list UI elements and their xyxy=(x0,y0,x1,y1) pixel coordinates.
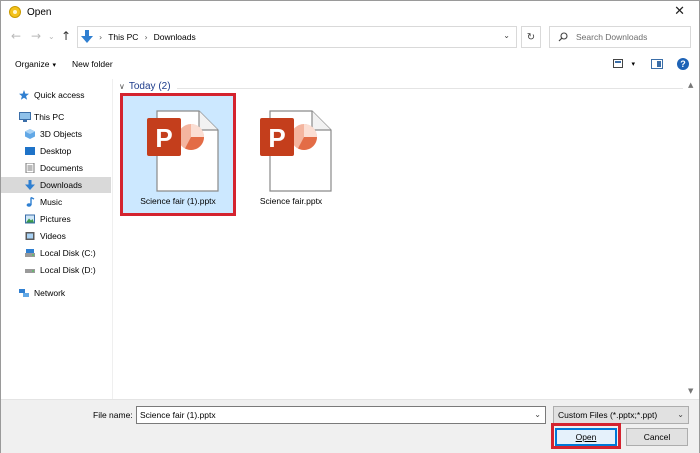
sidebar-item-local-disk-c[interactable]: Local Disk (C:) xyxy=(1,245,111,261)
file-name-field-label: File name: xyxy=(93,410,133,420)
view-options-caret-icon[interactable]: ▾ xyxy=(631,60,635,68)
file-name-combobox[interactable]: ⌄ xyxy=(136,406,546,424)
toolbar-right-group: ▾ ? xyxy=(613,56,699,72)
sidebar-item-label: Quick access xyxy=(34,90,85,100)
star-icon xyxy=(19,90,29,100)
sidebar-item-label: Desktop xyxy=(40,146,72,156)
file-item-science-fair[interactable]: P Science fair.pptx xyxy=(236,96,346,214)
preview-pane-icon[interactable] xyxy=(651,59,663,69)
breadcrumb-this-pc[interactable]: This PC xyxy=(108,32,138,42)
back-arrow-icon[interactable]: ← xyxy=(11,29,21,43)
sidebar-item-label: Downloads xyxy=(40,180,83,190)
red-highlight-box xyxy=(120,93,236,216)
change-view-icon[interactable] xyxy=(613,59,627,69)
organize-button[interactable]: Organize ▾ xyxy=(15,59,56,69)
address-dropdown-chevron-icon[interactable]: ⌄ xyxy=(503,31,510,40)
group-header-today[interactable]: ∨ Today (2) xyxy=(119,81,171,92)
sidebar-item-desktop[interactable]: Desktop xyxy=(1,143,111,159)
cancel-button-label: Cancel xyxy=(643,432,671,442)
music-note-icon xyxy=(25,196,35,207)
monitor-icon xyxy=(19,112,31,122)
scroll-down-arrow-icon[interactable]: ▼ xyxy=(688,387,693,395)
title-bar: Open ✕ xyxy=(1,1,699,23)
app-icon xyxy=(9,6,21,18)
sidebar-item-this-pc[interactable]: This PC xyxy=(1,109,111,125)
vertical-scrollbar[interactable]: ▲ ▼ xyxy=(685,79,699,399)
breadcrumb-separator-icon: › xyxy=(144,32,148,42)
file-type-value: Custom Files (*.pptx;*.ppt) xyxy=(558,410,658,420)
cancel-button[interactable]: Cancel xyxy=(626,428,688,446)
chevron-down-icon: ⌄ xyxy=(677,410,684,419)
documents-icon xyxy=(25,162,35,174)
search-box[interactable] xyxy=(549,26,691,48)
powerpoint-file-icon: P xyxy=(260,110,332,192)
sidebar-item-downloads[interactable]: Downloads xyxy=(1,177,111,193)
sidebar-item-label: Network xyxy=(34,288,66,298)
address-bar[interactable]: › This PC › Downloads ⌄ xyxy=(77,26,517,48)
address-row: ← → ⌄ ↑ › This PC › Downloads ⌄ ↻ xyxy=(1,25,699,49)
sidebar-item-local-disk-d[interactable]: Local Disk (D:) xyxy=(1,262,111,278)
sidebar-item-label: Music xyxy=(40,197,63,207)
sidebar-item-label: This PC xyxy=(34,112,65,122)
organize-label: Organize xyxy=(15,59,50,69)
network-icon xyxy=(19,288,29,298)
caret-down-icon: ▾ xyxy=(52,61,57,69)
sidebar-item-label: Local Disk (C:) xyxy=(40,248,96,258)
download-arrow-icon xyxy=(81,30,93,44)
drive-icon xyxy=(25,265,35,275)
refresh-button[interactable]: ↻ xyxy=(521,26,541,48)
sidebar-item-documents[interactable]: Documents xyxy=(1,160,111,176)
sidebar-item-label: Pictures xyxy=(40,214,71,224)
help-icon[interactable]: ? xyxy=(677,58,689,70)
breadcrumb-downloads[interactable]: Downloads xyxy=(154,32,196,42)
new-folder-button[interactable]: New folder xyxy=(72,59,113,69)
window-title: Open xyxy=(27,6,52,18)
sidebar-item-quick-access[interactable]: Quick access xyxy=(1,87,111,103)
download-arrow-icon xyxy=(25,180,35,190)
group-label: Today (2) xyxy=(128,81,171,92)
scroll-up-arrow-icon[interactable]: ▲ xyxy=(688,81,693,89)
red-highlight-box xyxy=(551,423,621,449)
cube-icon xyxy=(25,129,35,139)
videos-icon xyxy=(25,231,35,241)
close-icon[interactable]: ✕ xyxy=(674,4,685,19)
command-toolbar: Organize ▾ New folder ▾ ? xyxy=(1,53,699,75)
chevron-down-icon: ∨ xyxy=(119,82,125,91)
sidebar-item-label: Documents xyxy=(40,163,83,173)
navigation-pane: Quick access This PC 3D Objects Desktop … xyxy=(1,79,113,399)
forward-arrow-icon[interactable]: → xyxy=(31,29,41,43)
desktop-folder-icon xyxy=(25,146,35,156)
recent-locations-chevron-icon[interactable]: ⌄ xyxy=(48,32,55,41)
breadcrumb-separator-icon: › xyxy=(99,32,103,42)
drive-icon xyxy=(25,248,35,258)
sidebar-item-videos[interactable]: Videos xyxy=(1,228,111,244)
refresh-icon: ↻ xyxy=(526,31,536,43)
sidebar-item-music[interactable]: Music xyxy=(1,194,111,210)
svg-text:P: P xyxy=(268,123,285,153)
sidebar-item-label: Local Disk (D:) xyxy=(40,265,96,275)
search-input[interactable] xyxy=(576,32,686,42)
sidebar-item-network[interactable]: Network xyxy=(1,285,111,301)
sidebar-item-label: 3D Objects xyxy=(40,129,83,139)
search-icon xyxy=(558,32,568,42)
file-name-label: Science fair.pptx xyxy=(259,196,323,206)
pictures-icon xyxy=(25,214,35,224)
open-file-dialog: Open ✕ ← → ⌄ ↑ › This PC › Downloads ⌄ ↻ xyxy=(0,0,700,453)
file-type-select[interactable]: Custom Files (*.pptx;*.ppt) ⌄ xyxy=(553,406,689,424)
sidebar-item-label: Videos xyxy=(40,231,66,241)
sidebar-item-pictures[interactable]: Pictures xyxy=(1,211,111,227)
group-divider xyxy=(177,88,683,89)
chevron-down-icon[interactable]: ⌄ xyxy=(534,410,541,419)
sidebar-item-3d-objects[interactable]: 3D Objects xyxy=(1,126,111,142)
up-arrow-icon[interactable]: ↑ xyxy=(61,29,71,43)
file-name-input[interactable] xyxy=(140,410,520,420)
